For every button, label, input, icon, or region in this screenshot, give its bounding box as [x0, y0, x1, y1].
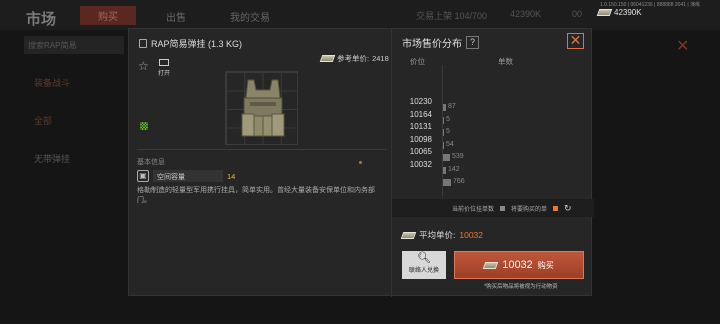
avg-label: 平均单价:	[419, 230, 456, 240]
capacity-value: 14	[227, 171, 236, 181]
refresh-icon[interactable]: ↻	[564, 203, 572, 214]
version-text: 1.0.150.150 | 06041236 | 888888 2041 | 演…	[600, 2, 701, 8]
exchange-label: 联络人兑换	[408, 268, 439, 274]
price-column-header: 价位	[410, 57, 425, 66]
ref-price-label: 参考单价:	[337, 54, 370, 63]
price-level	[404, 172, 432, 185]
market-panel: 市场售价分布 ? ✕ 价位 单数 10230 10164 10131 10098…	[391, 29, 594, 297]
item-name: RAP简易弹挂 (1.3 KG)	[151, 39, 243, 49]
sidebar-item-equipment[interactable]: 装备战斗	[24, 72, 124, 93]
notification-dot	[359, 161, 362, 164]
distribution-bar	[443, 129, 444, 136]
order-count: 87	[448, 103, 456, 110]
order-count: 54	[446, 140, 454, 148]
sidebar-item-no-rig[interactable]: 无带弹挂	[24, 148, 124, 169]
price-level: 10065	[409, 147, 432, 156]
price-level: 10131	[409, 122, 432, 131]
close-button[interactable]: ✕	[567, 33, 584, 49]
legend-marker-mine	[553, 205, 559, 211]
page-close-icon[interactable]: ✕	[676, 36, 689, 56]
distribution-bar	[443, 104, 446, 111]
sidebar-item-all[interactable]: 全部	[24, 110, 124, 131]
search-input[interactable]: 搜索RAP简易	[24, 36, 124, 54]
avg-value: 10032	[459, 230, 484, 240]
box-icon	[159, 59, 169, 66]
open-label: 打开	[157, 71, 170, 77]
item-title: RAP简易弹挂 (1.3 KG)	[139, 37, 242, 50]
cash-icon	[596, 9, 613, 16]
divider	[137, 149, 387, 150]
cash-icon	[319, 55, 336, 62]
price-level: 10032	[409, 159, 432, 169]
price-level: 10230	[409, 97, 432, 106]
market-page-title: 市场	[26, 11, 57, 28]
distribution-bar	[443, 116, 444, 124]
order-count: 766	[453, 178, 465, 185]
capacity-label: 空间容量	[153, 170, 223, 182]
item-image-grid	[225, 71, 298, 145]
market-title-text: 市场售价分布	[402, 39, 462, 50]
distribution-bar	[443, 179, 451, 186]
listing-count: 交易上架 104/700	[416, 11, 488, 21]
balance-display: 42390K	[596, 8, 642, 17]
chest-rig-image	[241, 79, 285, 137]
tab-my-trades[interactable]: 我的交易	[230, 9, 270, 24]
buy-label: 购买	[537, 260, 554, 270]
legend-marker-current	[500, 205, 506, 211]
order-count: 5	[446, 128, 450, 135]
cash-icon	[400, 231, 417, 239]
buy-button[interactable]: 10032 购买	[454, 251, 584, 279]
capacity-row: ▣ 空间容量 14	[137, 169, 257, 183]
section-label-basic-info: 基本信息	[137, 159, 165, 166]
distribution-bar	[443, 166, 446, 174]
rig-capacity-icon: ▣	[137, 170, 149, 182]
order-count: 539	[452, 153, 464, 160]
purchase-modal: RAP简易弹挂 (1.3 KG) 参考单价: 2418 ☆ 打开 基本信息 ▣ …	[128, 28, 594, 297]
order-count: 5	[446, 115, 450, 123]
distribution-legend: 当前价位挂单数 将要购买的单 ↻	[392, 199, 594, 217]
price-level: 10098	[409, 134, 432, 144]
bg-coin: 00	[572, 9, 583, 19]
search-icon: 🔍︎	[417, 252, 431, 264]
tab-sell[interactable]: 出售	[166, 9, 186, 24]
bg-balance: 42390K	[510, 9, 542, 19]
item-info-panel: RAP简易弹挂 (1.3 KG) 参考单价: 2418 ☆ 打开 基本信息 ▣ …	[129, 29, 391, 297]
cash-icon	[482, 261, 499, 269]
favorite-star-icon[interactable]: ☆	[138, 59, 149, 73]
legend-mine: 将要购买的单	[511, 206, 548, 213]
contact-exchange-button[interactable]: 🔍︎ 联络人兑换	[402, 251, 446, 279]
count-column-header: 单数	[498, 57, 513, 66]
help-button[interactable]: ?	[466, 36, 479, 49]
price-list: 10230 10164 10131 10098 10065 10032	[404, 97, 432, 185]
buy-price: 10032	[502, 259, 533, 271]
distribution-bar	[443, 154, 450, 161]
distribution-bar	[443, 141, 444, 149]
purchase-note: *购买后物品将被视为行动物资	[484, 284, 558, 290]
order-count: 142	[448, 165, 460, 173]
tag-icon	[139, 39, 147, 48]
price-level: 10164	[409, 109, 432, 119]
ref-price-value: 2418	[372, 54, 389, 63]
item-description: 格勒制造的轻量型军用携行挂具，简单实用。曾经大量装备安保单位和内务部门。	[137, 187, 375, 204]
legend-current: 当前价位挂单数	[452, 206, 495, 213]
tab-buy[interactable]: 购买	[80, 6, 136, 25]
reference-price: 参考单价: 2418	[319, 53, 389, 64]
grid-size-icon	[140, 122, 148, 130]
balance-value: 42390K	[614, 8, 642, 17]
average-price: 平均单价: 10032	[400, 229, 484, 241]
market-title: 市场售价分布 ?	[402, 35, 479, 50]
open-button[interactable]: 打开	[157, 59, 171, 77]
